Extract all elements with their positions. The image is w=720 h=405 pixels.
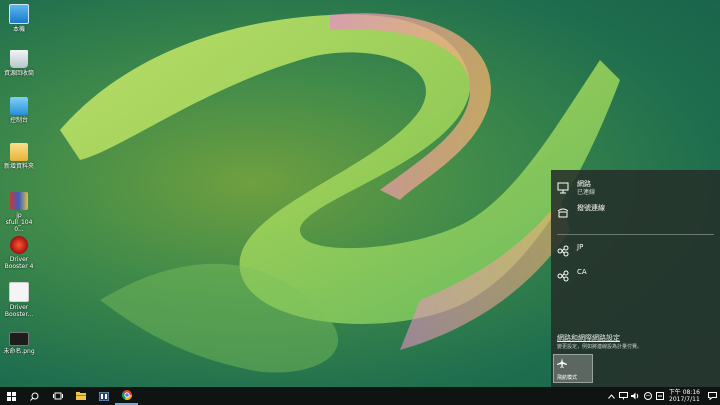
airplane-icon	[557, 358, 567, 368]
notification-icon	[707, 392, 717, 400]
network-tray-button[interactable]	[619, 387, 629, 405]
desktop-icon-jp-sfull[interactable]: jp sfull_1040...	[2, 192, 36, 233]
system-tray: 下午 08:16 2017/7/11	[606, 387, 720, 405]
input-method-icon	[655, 392, 664, 400]
network-item-vpn-jp[interactable]: JP	[557, 243, 583, 265]
desktop-icon-untitled-png[interactable]: 未命名.png	[2, 332, 36, 355]
recycle-bin-icon	[10, 50, 28, 68]
flyout-divider	[557, 234, 714, 235]
file-explorer-icon	[75, 392, 86, 400]
clock-date: 2017/7/11	[669, 396, 700, 403]
network-item-dialup[interactable]: 撥號連線	[557, 204, 605, 226]
vpn-icon	[557, 245, 569, 257]
archive-icon	[10, 192, 28, 210]
desktop-icon-driver-booster-file[interactable]: Driver Booster...	[2, 282, 36, 318]
airplane-mode-button[interactable]: 飛航模式	[553, 354, 593, 383]
ethernet-icon	[557, 182, 569, 194]
volume-icon	[631, 392, 639, 400]
network-settings-hint: 變更設定，例如將連線設為計量付費。	[557, 344, 643, 350]
network-item-ethernet[interactable]: 網路 已連線	[557, 180, 595, 202]
task-view-button[interactable]	[46, 387, 69, 405]
volume-tray-button[interactable]	[631, 387, 641, 405]
wechat-tray-button[interactable]	[643, 387, 653, 405]
network-flyout: 網路 已連線 撥號連線 JP CA 網路和網際網路設定 變更設定，例如將連線設為…	[551, 170, 720, 387]
file-explorer-button[interactable]	[69, 387, 92, 405]
start-button[interactable]	[0, 387, 23, 405]
network-name: 撥號連線	[577, 204, 605, 212]
image-file-icon	[9, 332, 29, 346]
driver-booster-icon	[10, 236, 28, 254]
network-icon	[619, 392, 629, 400]
wechat-icon	[643, 392, 652, 400]
search-button[interactable]	[23, 387, 46, 405]
desktop-icon-new-folder[interactable]: 新增資料夾	[2, 143, 36, 170]
vpn-icon	[557, 270, 569, 282]
action-center-button[interactable]	[705, 387, 719, 405]
desktop-icon-recycle-bin[interactable]: 資源回收筒	[2, 50, 36, 77]
show-hidden-icons-button[interactable]	[607, 387, 617, 405]
search-icon	[30, 392, 39, 401]
control-panel-icon	[10, 97, 28, 115]
desktop-icon-control-panel[interactable]: 控制台	[2, 97, 36, 124]
start-icon	[7, 391, 16, 401]
file-icon	[9, 282, 29, 302]
app-icon	[98, 391, 109, 401]
input-method-button[interactable]	[655, 387, 665, 405]
desktop-icon-this-pc[interactable]: 本機	[2, 4, 36, 33]
taskbar: 下午 08:16 2017/7/11	[0, 387, 720, 405]
network-name: JP	[577, 243, 584, 251]
desktop-icon-driver-booster-4[interactable]: Driver Booster 4	[2, 236, 36, 270]
network-status: 已連線	[577, 189, 596, 196]
airplane-mode-label: 飛航模式	[557, 375, 578, 381]
chevron-up-icon	[608, 393, 616, 399]
network-item-vpn-ca[interactable]: CA	[557, 268, 587, 290]
folder-icon	[10, 143, 28, 161]
taskbar-clock[interactable]: 下午 08:16 2017/7/11	[669, 389, 700, 403]
network-name: 網路	[577, 180, 591, 188]
dialup-icon	[557, 208, 569, 218]
clock-time: 下午 08:16	[668, 389, 700, 396]
chrome-icon	[121, 390, 132, 400]
network-name: CA	[577, 268, 587, 276]
network-settings-link[interactable]: 網路和網際網路設定	[557, 333, 620, 343]
computer-icon	[9, 4, 29, 24]
app-button[interactable]	[92, 387, 115, 405]
chrome-button[interactable]	[115, 387, 138, 405]
task-view-icon	[52, 392, 63, 400]
